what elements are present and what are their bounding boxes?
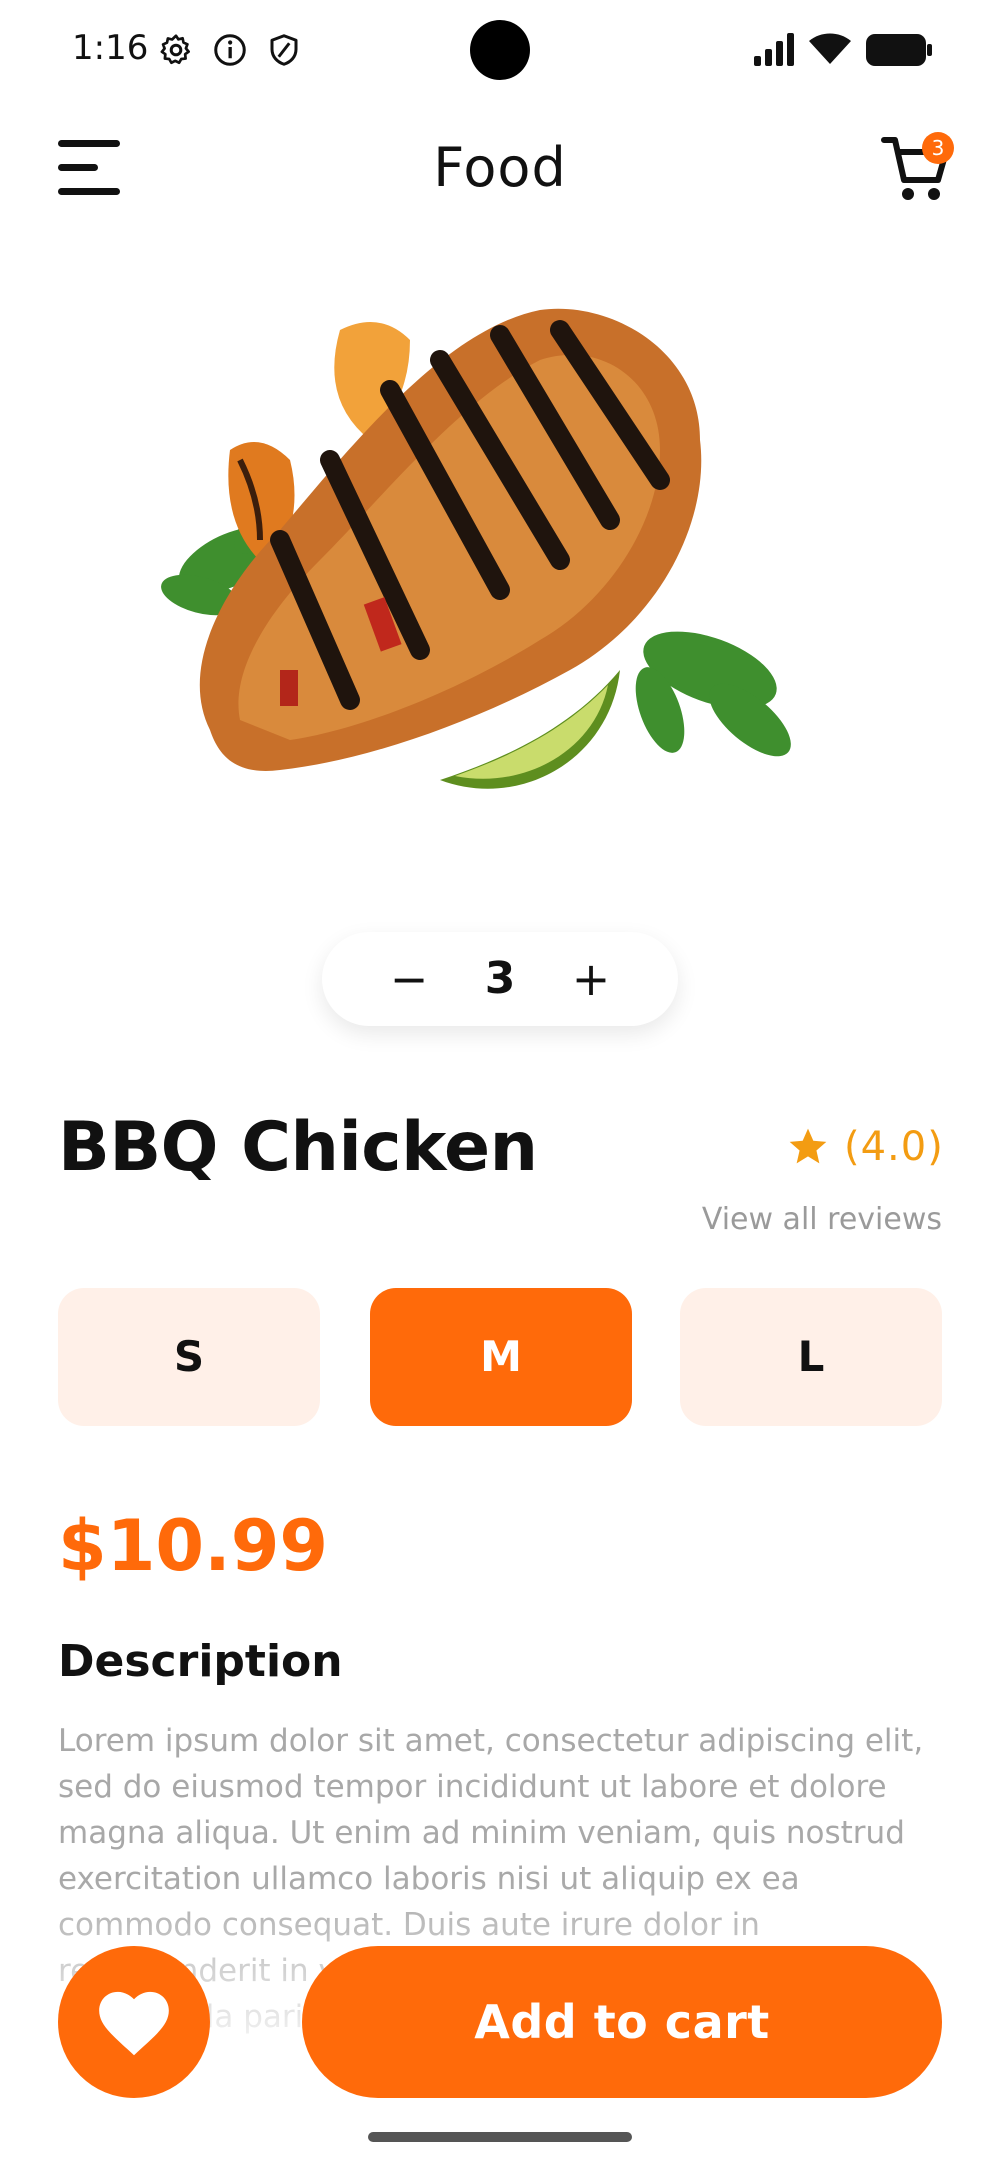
front-camera [470, 20, 530, 80]
size-option-m[interactable]: M [370, 1288, 632, 1426]
battery-icon [866, 34, 932, 66]
decrease-quantity-button[interactable]: − [384, 952, 434, 1006]
favorite-button[interactable] [58, 1946, 210, 2098]
shield-icon [270, 34, 298, 66]
description-heading: Description [58, 1636, 343, 1687]
size-option-s[interactable]: S [58, 1288, 320, 1426]
page-title: Food [433, 136, 567, 199]
settings-icon [160, 34, 190, 65]
product-title: BBQ Chicken [58, 1108, 538, 1187]
info-icon [214, 34, 246, 66]
wifi-icon [809, 33, 851, 64]
home-indicator[interactable] [368, 2132, 632, 2142]
rating-value: (4.0) [844, 1124, 944, 1170]
size-option-l[interactable]: L [680, 1288, 942, 1426]
status-time: 1:16 [72, 28, 149, 68]
star-icon [789, 1128, 827, 1164]
bbq-chicken-image [161, 308, 791, 789]
heart-icon [99, 1991, 169, 2056]
cart-button[interactable]: 3 [880, 130, 954, 206]
quantity-stepper: − 3 + [322, 932, 678, 1026]
increase-quantity-button[interactable]: + [566, 952, 616, 1006]
status-bar: 1:16 [0, 0, 1000, 100]
cart-count-badge: 3 [922, 132, 954, 164]
product-price: $10.99 [58, 1505, 329, 1587]
quantity-value: 3 [484, 953, 516, 1004]
signal-icon [754, 33, 794, 66]
add-to-cart-button[interactable]: Add to cart [302, 1946, 942, 2098]
view-all-reviews-link[interactable]: View all reviews [700, 1202, 942, 1237]
rating: (4.0) [786, 1122, 944, 1172]
